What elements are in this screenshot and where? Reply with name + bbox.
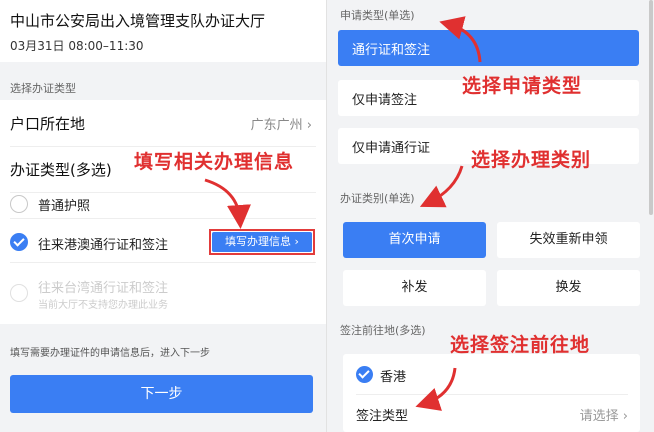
category-first-apply[interactable]: 首次申请 (343, 222, 486, 258)
option-taiwan-label: 往来台湾通行证和签注 (38, 281, 169, 296)
destination-label: 签注前往地(多选) (340, 324, 426, 337)
divider (10, 262, 316, 263)
divider (10, 218, 316, 219)
radio-hk-macau[interactable] (10, 233, 28, 251)
apply-type-option-pass-and-visa[interactable]: 通行证和签注 (338, 30, 639, 66)
category-reissue[interactable]: 补发 (343, 270, 486, 306)
visa-type-label: 签注类型 (356, 409, 409, 424)
hall-name: 中山市公安局出入境管理支队办证大厅 (10, 12, 266, 30)
divider (356, 394, 628, 395)
left-panel: 中山市公安局出入境管理支队办证大厅 03月31日 08:00–11:30 选择办… (0, 0, 326, 432)
residence-label: 户口所在地 (10, 115, 86, 133)
option-hk-macau-label: 往来港澳通行证和签注 (38, 238, 169, 253)
radio-passport[interactable] (10, 195, 28, 213)
apply-type-text: 仅申请签注 (352, 93, 418, 108)
apply-type-label: 申请类型(单选) (340, 9, 415, 22)
hall-header: 中山市公安局出入境管理支队办证大厅 03月31日 08:00–11:30 (0, 0, 326, 62)
residence-row[interactable]: 户口所在地 广东广州 › (10, 100, 316, 147)
residence-value[interactable]: 广东广州 › (251, 114, 312, 133)
category-label: 办证类别(单选) (340, 192, 415, 205)
apply-type-text: 通行证和签注 (352, 43, 431, 58)
section-label: 选择办证类型 (10, 82, 76, 95)
hall-time: 03月31日 08:00–11:30 (10, 39, 144, 53)
annotation-fill-info: 填写相关办理信息 (134, 151, 295, 173)
option-taiwan-note: 当前大厅不支持您办理此业务 (38, 300, 168, 311)
radio-taiwan (10, 284, 28, 302)
check-icon[interactable] (356, 366, 373, 383)
scrollbar[interactable] (649, 0, 653, 215)
destination-hongkong[interactable]: 香港 (380, 366, 406, 385)
highlight-box (209, 229, 315, 255)
next-step-hint: 填写需要办理证件的申请信息后，进入下一步 (10, 348, 210, 359)
category-renew[interactable]: 换发 (497, 270, 640, 306)
cert-type-label: 办证类型(多选) (10, 161, 112, 179)
next-step-button[interactable]: 下一步 (10, 375, 313, 413)
visa-type-select[interactable]: 请选择 › (580, 405, 628, 424)
annotation-destination: 选择签注前往地 (450, 334, 591, 356)
category-reapply[interactable]: 失效重新申领 (497, 222, 640, 258)
annotation-apply-type: 选择申请类型 (462, 75, 583, 97)
annotation-category: 选择办理类别 (471, 149, 592, 171)
option-passport-label: 普通护照 (38, 199, 91, 214)
apply-type-text: 仅申请通行证 (352, 141, 431, 156)
